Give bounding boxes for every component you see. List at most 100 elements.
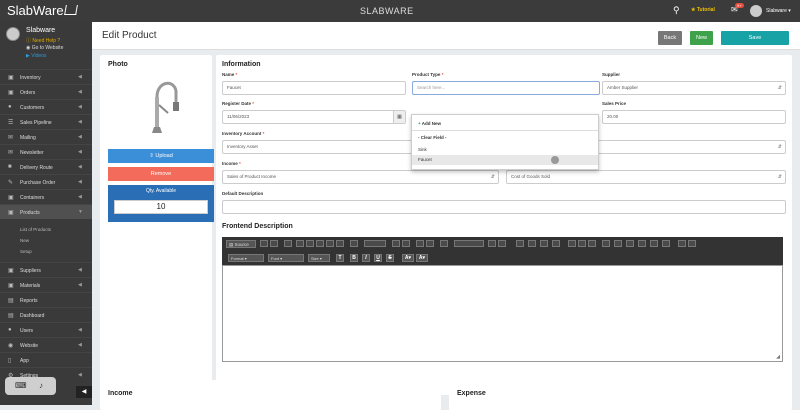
align-right-icon[interactable]: [540, 240, 548, 247]
supplier-select[interactable]: Amber Supplier ⇵: [602, 81, 786, 95]
expense-select[interactable]: Cost of Goods Sold ⇵: [506, 170, 786, 184]
sidebar-item-suppliers[interactable]: ▣ Suppliers ◀: [0, 262, 92, 277]
source-button[interactable]: ▤ Source: [226, 240, 256, 248]
register-date-input[interactable]: 11/06/2023 ▦: [222, 110, 406, 124]
sidebar-item-label: Customers: [20, 105, 45, 111]
search-icon[interactable]: ⚲: [673, 5, 680, 16]
new-page-icon[interactable]: [270, 240, 278, 247]
sidebar-item-website[interactable]: ◉ Website ◀: [0, 337, 92, 352]
align-left-icon[interactable]: [516, 240, 524, 247]
tutorial-link[interactable]: ★ Tutorial: [691, 7, 715, 13]
list-indent-icons[interactable]: [454, 240, 484, 247]
chevron-right-icon: ◀: [78, 89, 82, 95]
sidebar-item-sales-pipeline[interactable]: ☰ Sales Pipeline ◀: [0, 114, 92, 129]
new-button[interactable]: New: [690, 31, 713, 45]
clear-format-icon[interactable]: T: [336, 254, 344, 262]
user-avatar[interactable]: [750, 5, 762, 17]
videos-link[interactable]: ▶ Videos: [26, 53, 46, 59]
paste-icon[interactable]: [316, 240, 324, 247]
resize-handle-icon[interactable]: ◢: [776, 354, 780, 360]
sidebar-subitem-list-of-products[interactable]: List of Products: [20, 227, 51, 232]
back-button[interactable]: Back: [658, 31, 682, 45]
templates-icon[interactable]: [284, 240, 292, 247]
name-input[interactable]: Faucet: [222, 81, 406, 95]
superscript-icon[interactable]: [688, 240, 696, 247]
select-all-icon[interactable]: [416, 240, 424, 247]
sidebar-item-mailing[interactable]: ✉ Mailing ◀: [0, 129, 92, 144]
calendar-icon[interactable]: ▦: [393, 111, 405, 123]
sidebar-item-app[interactable]: ▯ App: [0, 352, 92, 367]
keyboard-icon[interactable]: ⌨: [15, 381, 27, 390]
paste-text-icon[interactable]: [326, 240, 334, 247]
sidebar-item-customers[interactable]: ● Customers ◀: [0, 99, 92, 114]
maximize-icon[interactable]: [440, 240, 448, 247]
microphone-icon[interactable]: ♪: [39, 381, 43, 390]
anchor-icon[interactable]: [588, 240, 596, 247]
italic-button[interactable]: I: [362, 254, 370, 262]
app-logo[interactable]: SlabWare: [7, 3, 78, 18]
size-select[interactable]: Size ▾: [308, 254, 330, 262]
undo-redo-icon[interactable]: [364, 240, 386, 247]
sidebar-item-products[interactable]: ▣ Products ▼: [0, 204, 92, 219]
product-image[interactable]: [122, 75, 192, 140]
videos-label: Videos: [31, 53, 47, 59]
link-icon[interactable]: [568, 240, 576, 247]
clear-field-option[interactable]: - Clear Field -: [418, 135, 447, 140]
option-faucet-row[interactable]: Faucet: [412, 155, 598, 165]
special-char-icon[interactable]: [650, 240, 658, 247]
save-doc-icon[interactable]: [260, 240, 268, 247]
find-icon[interactable]: [392, 240, 400, 247]
income-label: Income *: [222, 161, 241, 166]
text-color-button[interactable]: A▾: [402, 254, 414, 262]
copy-icon[interactable]: [306, 240, 314, 247]
align-center-icon[interactable]: [528, 240, 536, 247]
iframe-icon[interactable]: [662, 240, 670, 247]
sidebar-item-purchase-order[interactable]: ✎ Purchase Order ◀: [0, 174, 92, 189]
image-icon[interactable]: [602, 240, 610, 247]
cut-icon[interactable]: [296, 240, 304, 247]
font-select[interactable]: Font ▾: [268, 254, 304, 262]
sidebar-item-containers[interactable]: ▣ Containers ◀: [0, 189, 92, 204]
sidebar-item-materials[interactable]: ▣ Materials ◀: [0, 277, 92, 292]
editor-content-area[interactable]: ◢: [222, 265, 783, 362]
sidebar-item-dashboard[interactable]: ▤ Dashboard: [0, 307, 92, 322]
option-sink[interactable]: Sink: [418, 147, 427, 152]
sidebar-item-delivery-route[interactable]: ■ Delivery Route ◀: [0, 159, 92, 174]
upload-button[interactable]: ⇧ Upload: [108, 149, 214, 163]
go-to-website-link[interactable]: ◉ Go to Website: [26, 45, 63, 51]
table-icon[interactable]: [614, 240, 622, 247]
add-new-option[interactable]: + Add New: [418, 121, 441, 126]
bold-button[interactable]: B: [350, 254, 358, 262]
replace-icon[interactable]: [402, 240, 410, 247]
spellcheck-icon[interactable]: [426, 240, 434, 247]
strikethrough-button[interactable]: S: [386, 254, 394, 262]
sidebar-collapse-button[interactable]: ◀: [76, 386, 92, 398]
sidebar-subitem-new[interactable]: New: [20, 238, 29, 243]
sidebar-item-reports[interactable]: ▤ Reports: [0, 292, 92, 307]
sidebar-item-inventory[interactable]: ▣ Inventory ◀: [0, 69, 92, 84]
product-type-search-input[interactable]: Search here...: [412, 81, 600, 95]
subscript-icon[interactable]: [678, 240, 686, 247]
sidebar-item-orders[interactable]: ▣ Orders ◀: [0, 84, 92, 99]
format-select[interactable]: Format ▾: [228, 254, 264, 262]
unlink-icon[interactable]: [578, 240, 586, 247]
sidebar-subitem-setup[interactable]: Setup: [20, 249, 32, 254]
default-description-input[interactable]: [222, 200, 786, 214]
paste-word-icon[interactable]: [336, 240, 344, 247]
remove-button[interactable]: Remove: [108, 167, 214, 181]
need-help-link[interactable]: ⓘ Need Help ?: [26, 37, 60, 44]
blockquote-icon[interactable]: [488, 240, 496, 247]
user-menu[interactable]: Slabware ▾: [766, 8, 791, 14]
align-justify-icon[interactable]: [552, 240, 560, 247]
sidebar-item-newsletter[interactable]: ✉ Newsletter ◀: [0, 144, 92, 159]
print-icon[interactable]: [350, 240, 358, 247]
underline-button[interactable]: U: [374, 254, 382, 262]
sidebar-item-users[interactable]: ● Users ◀: [0, 322, 92, 337]
save-button[interactable]: Save: [721, 31, 789, 45]
sales-price-input[interactable]: 20.00: [602, 110, 786, 124]
smiley-icon[interactable]: [638, 240, 646, 247]
div-icon[interactable]: [498, 240, 506, 247]
horizontal-rule-icon[interactable]: [626, 240, 634, 247]
income-select[interactable]: Sales of Product Income ⇵: [222, 170, 499, 184]
background-color-button[interactable]: A▾: [416, 254, 428, 262]
